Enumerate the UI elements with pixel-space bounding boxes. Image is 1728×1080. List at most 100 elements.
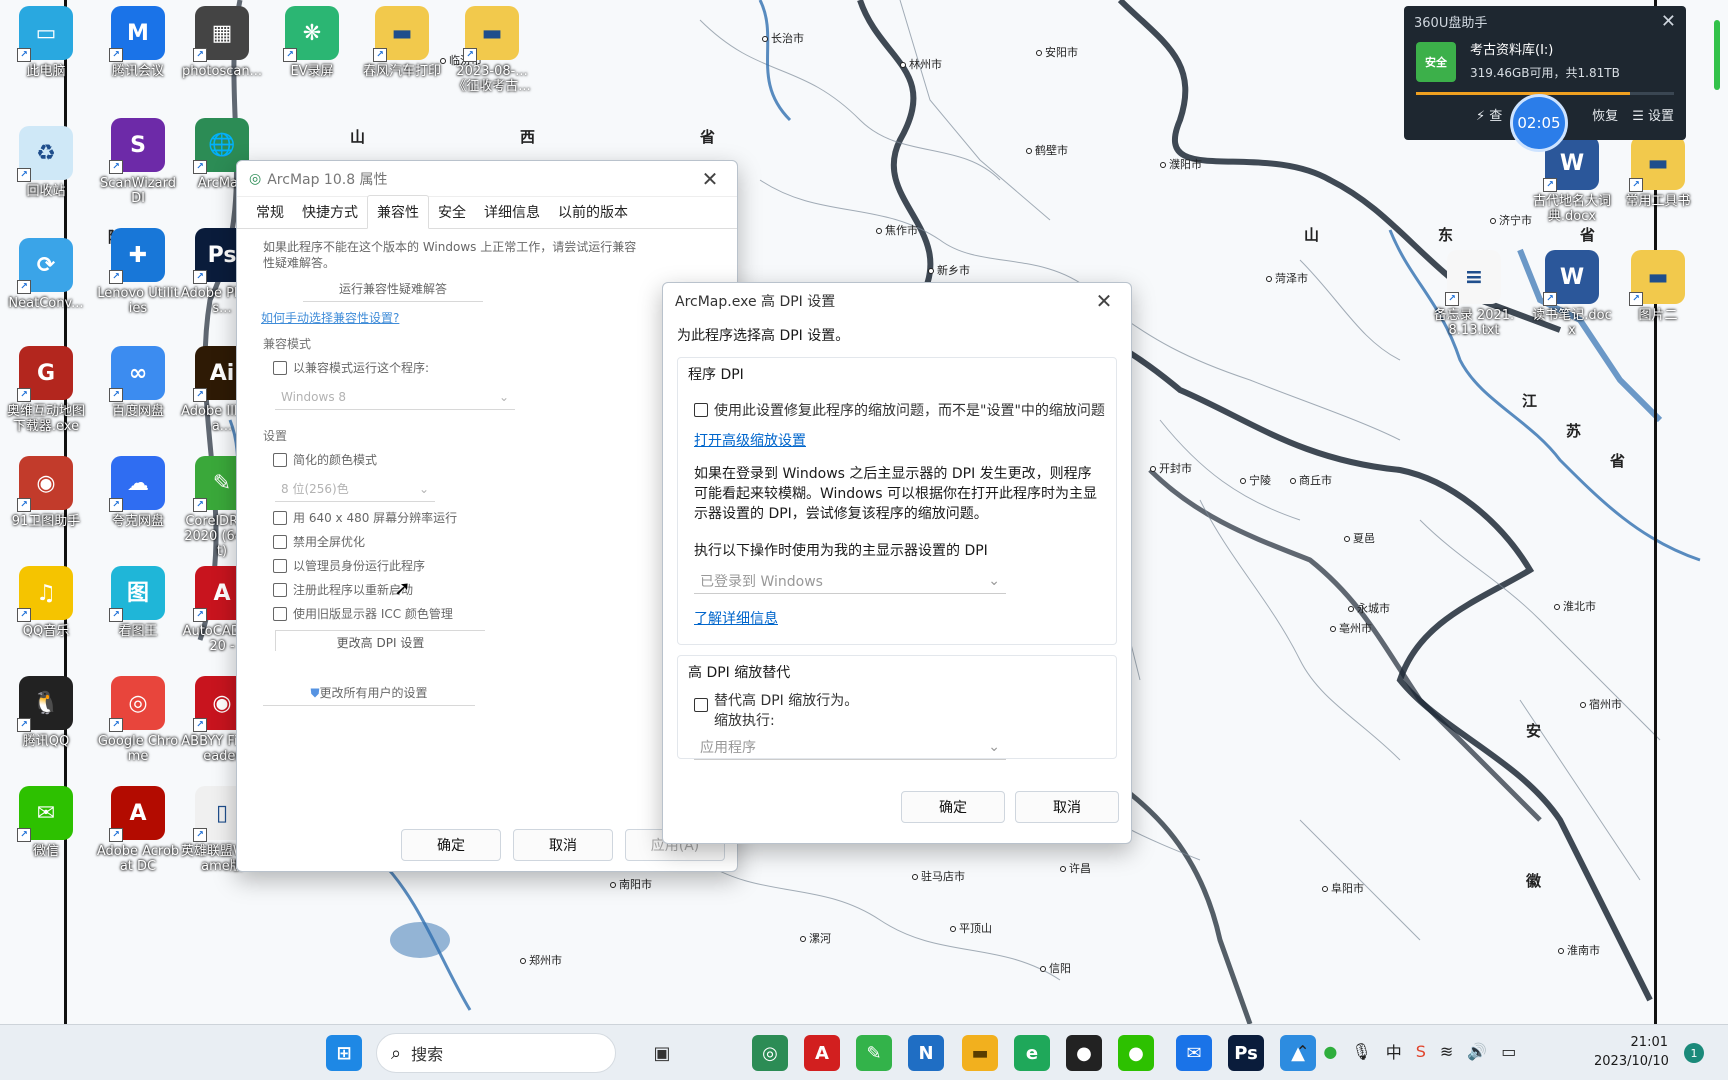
volume-icon[interactable]: 🔊 — [1467, 1042, 1487, 1061]
scrollbar[interactable] — [1714, 20, 1720, 90]
resolution-checkbox[interactable]: 用 640 x 480 屏幕分辨率运行 — [273, 510, 711, 526]
desktop-icon[interactable]: S ↗ ScanWizard DI — [96, 118, 180, 206]
color-mode-checkbox[interactable]: 简化的颜色模式 — [273, 452, 711, 468]
desktop-icon[interactable]: M ↗ 腾讯会议 — [96, 6, 180, 79]
cancel-button[interactable]: 取消 — [1015, 791, 1119, 823]
shortcut-arrow-icon: ↗ — [109, 270, 123, 284]
chevron-up-icon[interactable]: ⌃ — [1296, 1042, 1309, 1061]
open-advanced-scaling-link[interactable]: 打开高级缩放设置 — [694, 430, 1106, 450]
wifi-icon[interactable]: ≋ — [1440, 1042, 1453, 1061]
desktop-icon[interactable]: ▭ ↗ 此电脑 — [4, 6, 88, 79]
desktop-icon[interactable]: ▬ ↗ 2023-08-... 《征收考古... — [450, 6, 534, 94]
program-dpi-checkbox[interactable]: 使用此设置修复此程序的缩放问题，而不是"设置"中的缩放问题 — [694, 400, 1106, 420]
file-explorer-icon[interactable]: ▬ — [962, 1035, 998, 1071]
change-dpi-button[interactable]: 更改高 DPI 设置 — [275, 630, 485, 651]
properties-titlebar[interactable]: ◎ ArcMap 10.8 属性 ✕ — [237, 161, 737, 197]
cnki-icon[interactable]: N — [908, 1035, 944, 1071]
desktop-icon[interactable]: ✚ ↗ Lenovo Utilities — [96, 228, 180, 316]
coreldraw-taskbar-icon[interactable]: ✎ — [856, 1035, 892, 1071]
override-select[interactable]: 应用程序 ⌄ — [694, 734, 1006, 760]
checkbox-box[interactable] — [273, 607, 287, 621]
notification-badge[interactable]: 1 — [1684, 1043, 1704, 1063]
close-icon[interactable]: ✕ — [1661, 11, 1676, 32]
checkbox-box[interactable] — [694, 403, 708, 417]
desktop-icon[interactable]: ♫ ↗ QQ音乐 — [4, 566, 88, 639]
eject-action[interactable]: ⚡ 查 — [1476, 105, 1502, 124]
ime-indicator[interactable]: 中 — [1386, 1039, 1402, 1063]
mail-icon[interactable]: ✉ — [1176, 1035, 1212, 1071]
photoshop-taskbar-icon[interactable]: Ps — [1228, 1035, 1264, 1071]
desktop-icon[interactable]: ≡ ↗ 备忘录 2021.8.13.txt — [1432, 250, 1516, 338]
tab-previous-versions[interactable]: 以前的版本 — [549, 196, 637, 228]
desktop-icon[interactable]: ⟳ ↗ NeatConv... — [4, 238, 88, 311]
close-icon[interactable]: ✕ — [695, 164, 725, 194]
acrobat-taskbar-icon[interactable]: A — [804, 1035, 840, 1071]
override-checkbox[interactable]: 替代高 DPI 缩放行为。 缩放执行: — [694, 690, 1106, 730]
ok-button[interactable]: 确定 — [901, 791, 1005, 823]
compat-mode-checkbox[interactable]: 以兼容模式运行这个程序: — [273, 360, 711, 376]
tab-security[interactable]: 安全 — [429, 196, 475, 228]
clock[interactable]: 21:01 2023/10/10 — [1594, 1033, 1669, 1071]
desktop-icon[interactable]: ◎ ↗ Google Chrome — [96, 676, 180, 764]
desktop-icon[interactable]: ❋ ↗ EV录屏 — [270, 6, 354, 79]
tab-shortcut[interactable]: 快捷方式 — [293, 196, 367, 228]
edge-icon[interactable]: e — [1014, 1035, 1050, 1071]
desktop-icon[interactable]: ✉ ↗ 微信 — [4, 786, 88, 859]
shortcut-arrow-icon: ↗ — [1445, 292, 1459, 306]
desktop-icon[interactable]: W ↗ 读书笔记.docx — [1530, 250, 1614, 338]
checkbox-box[interactable] — [694, 698, 708, 712]
register-restart-checkbox[interactable]: 注册此程序以重新启动 — [273, 582, 711, 598]
qq-taskbar-icon[interactable]: ● — [1066, 1035, 1102, 1071]
desktop-icon[interactable]: ▬ ↗ 春风汽车打印 — [360, 6, 444, 79]
tab-compatibility[interactable]: 兼容性 — [367, 195, 429, 229]
troubleshooter-button[interactable]: 运行兼容性疑难解答 — [303, 281, 483, 302]
desktop-icon[interactable]: 图 ↗ 看图王 — [96, 566, 180, 639]
desktop-icon[interactable]: ☁ ↗ 夸克网盘 — [96, 456, 180, 529]
checkbox-box[interactable] — [273, 583, 287, 597]
wechat-taskbar-icon[interactable]: ● — [1118, 1035, 1154, 1071]
app-tray-icon[interactable]: S — [1416, 1042, 1426, 1061]
checkbox-box[interactable] — [273, 535, 287, 549]
desktop-icon[interactable]: 🐧 ↗ 腾讯QQ — [4, 676, 88, 749]
checkbox-box[interactable] — [273, 361, 287, 375]
shortcut-arrow-icon: ↗ — [373, 48, 387, 62]
close-icon[interactable]: ✕ — [1089, 286, 1119, 316]
desktop-icon[interactable]: ♻ ↗ 回收站 — [4, 126, 88, 199]
run-as-admin-checkbox[interactable]: 以管理员身份运行此程序 — [273, 558, 711, 574]
shortcut-arrow-icon: ↗ — [109, 718, 123, 732]
cancel-button[interactable]: 取消 — [513, 829, 613, 861]
task-view-icon[interactable]: ▣ — [644, 1035, 680, 1071]
restore-action[interactable]: 恢复 — [1592, 105, 1618, 124]
search-box[interactable]: ⌕ 搜索 — [376, 1033, 616, 1073]
desktop-icon[interactable]: ◉ ↗ 91卫图助手 — [4, 456, 88, 529]
icc-checkbox[interactable]: 使用旧版显示器 ICC 颜色管理 — [273, 606, 711, 622]
battery-icon[interactable]: ▭ — [1501, 1042, 1516, 1061]
arcgis-icon[interactable]: ◎ — [752, 1035, 788, 1071]
desktop-icon[interactable]: ▬ ↗ 常用工具书 — [1616, 136, 1700, 209]
checkbox-box[interactable] — [273, 511, 287, 525]
tab-general[interactable]: 常规 — [247, 196, 293, 228]
desktop-icon[interactable]: ▬ ↗ 图片二 — [1616, 250, 1700, 323]
checkbox-box[interactable] — [273, 453, 287, 467]
settings-action[interactable]: ☰ 设置 — [1632, 105, 1674, 124]
manual-settings-link[interactable]: 如何手动选择兼容性设置? — [261, 310, 711, 326]
360-tray-icon[interactable]: ● — [1323, 1042, 1337, 1061]
change-all-users-button[interactable]: ⛊更改所有用户的设置 — [263, 685, 475, 706]
color-select[interactable]: 8 位(256)色 ⌄ — [275, 476, 435, 502]
tab-details[interactable]: 详细信息 — [475, 196, 549, 228]
high-dpi-titlebar[interactable]: ArcMap.exe 高 DPI 设置 ✕ — [663, 283, 1131, 319]
use-dpi-select[interactable]: 已登录到 Windows ⌄ — [694, 568, 1006, 594]
desktop-icon[interactable]: ▦ ↗ photoscan... — [180, 6, 264, 79]
compat-mode-select[interactable]: Windows 8 ⌄ — [275, 384, 515, 410]
select-value: Windows 8 — [281, 389, 347, 404]
desktop-icon[interactable]: G ↗ 奥维互动地图下载器.exe — [4, 346, 88, 434]
desktop-icon[interactable]: A ↗ Adobe Acrobat DC — [96, 786, 180, 874]
learn-more-link[interactable]: 了解详细信息 — [694, 608, 1106, 628]
microphone-icon[interactable]: 🎙 — [1351, 1042, 1371, 1061]
ok-button[interactable]: 确定 — [401, 829, 501, 861]
start-icon[interactable]: ⊞ — [326, 1035, 362, 1071]
checkbox-box[interactable] — [273, 559, 287, 573]
desktop-icon[interactable]: ∞ ↗ 百度网盘 — [96, 346, 180, 419]
desktop-icon-label: 91卫图助手 — [11, 514, 81, 529]
fullscreen-opt-checkbox[interactable]: 禁用全屏优化 — [273, 534, 711, 550]
